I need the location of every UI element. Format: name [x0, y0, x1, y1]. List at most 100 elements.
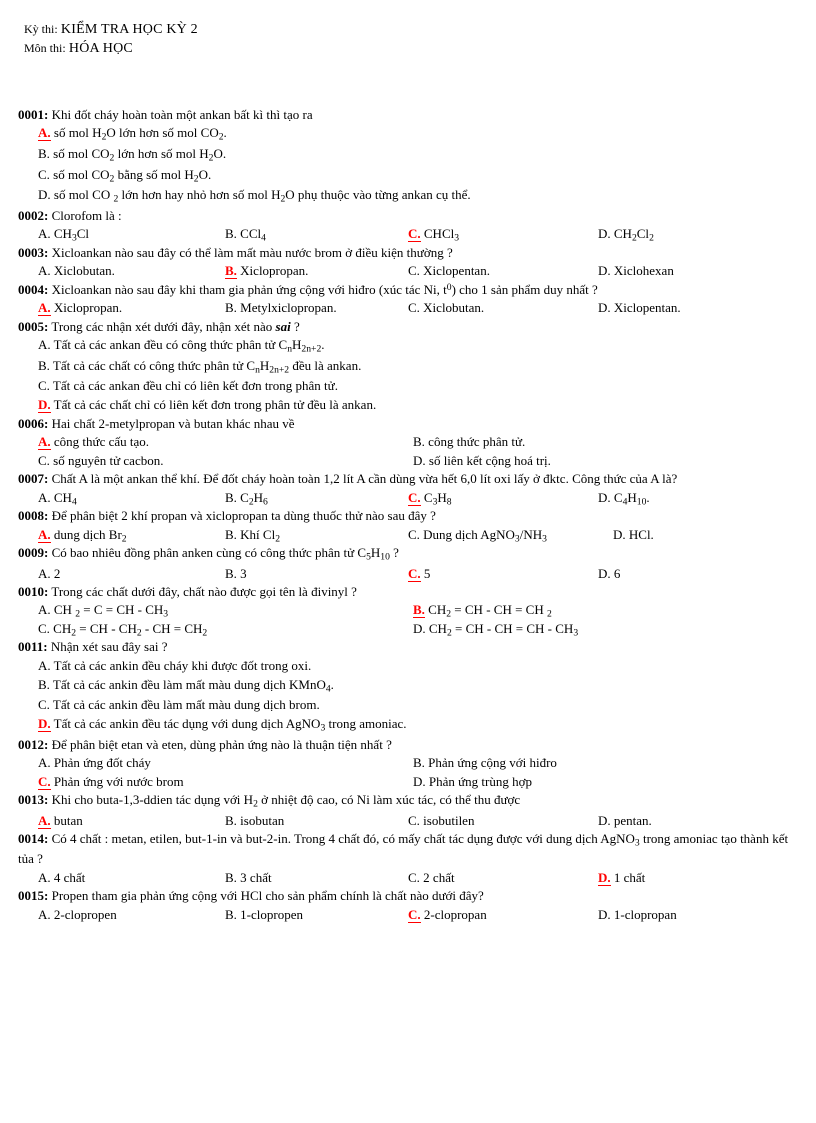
answer-option[interactable]: C. Tất cả các ankin đều làm mất màu dung…	[38, 697, 320, 712]
answer-option[interactable]: C. 5	[408, 565, 431, 582]
answer-option[interactable]: D. Xiclohexan	[598, 263, 674, 278]
answer-letter[interactable]: C.	[38, 453, 50, 468]
answer-letter[interactable]: B.	[413, 434, 425, 449]
answer-letter[interactable]: D.	[598, 263, 611, 278]
answer-text[interactable]: 4 chất	[51, 870, 85, 885]
answer-text[interactable]: Tất cả các ankin đều cháy khi được đốt t…	[51, 658, 312, 673]
answer-text[interactable]: CH2 = CH - CH = CH 2	[425, 602, 552, 620]
answer-text[interactable]: Tất cả các ankin đều tác dụng với dung d…	[51, 716, 407, 734]
answer-option[interactable]: D. 1 chất	[598, 869, 645, 886]
answer-text[interactable]: C3H8	[421, 490, 452, 508]
answer-option[interactable]: A. 2-clopropen	[38, 907, 117, 922]
answer-letter[interactable]: D.	[598, 300, 611, 315]
answer-letter[interactable]: D.	[413, 453, 426, 468]
answer-option[interactable]: C. Phản ứng với nước brom	[38, 773, 184, 790]
answer-letter[interactable]: C.	[38, 697, 50, 712]
answer-option[interactable]: B. công thức phân tử.	[413, 434, 525, 449]
answer-text[interactable]: 2	[51, 566, 61, 581]
answer-option[interactable]: D. pentan.	[598, 813, 652, 828]
answer-text[interactable]: Tất cả các chất có công thức phân tử CnH…	[50, 358, 361, 376]
answer-letter[interactable]: A.	[38, 907, 51, 922]
answer-option[interactable]: C. 2 chất	[408, 870, 455, 885]
answer-text[interactable]: HCl.	[626, 527, 654, 542]
answer-option[interactable]: B. số mol CO2 lớn hơn số mol H2O.	[38, 146, 226, 164]
answer-text[interactable]: Metylxiclopropan.	[237, 300, 336, 315]
answer-letter[interactable]: A.	[38, 337, 51, 352]
answer-text[interactable]: Xiclobutan.	[51, 263, 115, 278]
answer-option[interactable]: D. Tất cả các chất chỉ có liên kết đơn t…	[38, 397, 376, 414]
answer-letter[interactable]: B.	[225, 300, 237, 315]
answer-option[interactable]: A. số mol H2O lớn hơn số mol CO2.	[38, 125, 227, 143]
answer-option[interactable]: C. Xiclopentan.	[408, 263, 490, 278]
answer-text[interactable]: Tất cả các ankin đều làm mất màu dung dị…	[50, 697, 320, 712]
answer-letter[interactable]: D.	[413, 621, 426, 636]
answer-text[interactable]: 1-clopropan	[611, 907, 677, 922]
answer-text[interactable]: 3	[237, 566, 247, 581]
answer-text[interactable]: Dung dịch AgNO3/NH3	[420, 527, 547, 545]
answer-text[interactable]: số mol CO2 lớn hơn số mol H2O.	[50, 146, 226, 164]
answer-letter[interactable]: B.	[225, 907, 237, 922]
answer-text[interactable]: 3 chất	[237, 870, 271, 885]
answer-option[interactable]: B. CCl4	[225, 226, 266, 244]
answer-text[interactable]: số nguyên tử cacbon.	[50, 453, 163, 468]
answer-option[interactable]: A. công thức cấu tạo.	[38, 434, 149, 451]
answer-letter-correct[interactable]: A.	[38, 812, 51, 829]
answer-option[interactable]: A. CH3Cl	[38, 226, 89, 244]
answer-letter[interactable]: C.	[38, 378, 50, 393]
answer-option[interactable]: B. Xiclopropan.	[225, 263, 308, 280]
answer-letter[interactable]: A.	[38, 658, 51, 673]
answer-letter[interactable]: B.	[38, 677, 50, 692]
answer-letter[interactable]: C.	[38, 167, 50, 182]
answer-option[interactable]: C. CHCl3	[408, 226, 459, 244]
answer-letter-correct[interactable]: C.	[408, 489, 421, 506]
answer-letter[interactable]: B.	[225, 226, 237, 241]
answer-text[interactable]: C2H6	[237, 490, 268, 508]
answer-option[interactable]: D. CH2Cl2	[598, 226, 654, 244]
answer-text[interactable]: Xiclopentan.	[420, 263, 490, 278]
answer-option[interactable]: B. 3	[225, 566, 247, 581]
answer-letter[interactable]: A.	[38, 226, 51, 241]
answer-option[interactable]: B. 3 chất	[225, 870, 272, 885]
answer-text[interactable]: CH4	[51, 490, 77, 508]
answer-letter[interactable]: C.	[408, 527, 420, 542]
answer-letter[interactable]: B.	[38, 146, 50, 161]
answer-option[interactable]: C. số nguyên tử cacbon.	[38, 453, 163, 468]
answer-text[interactable]: Tất cả các ankan đều có công thức phân t…	[51, 337, 325, 355]
answer-letter-correct[interactable]: A.	[38, 300, 51, 317]
answer-letter-correct[interactable]: A.	[38, 434, 51, 451]
answer-option[interactable]: D. 6	[598, 566, 620, 581]
answer-option[interactable]: A. dung dịch Br2	[38, 526, 127, 544]
answer-text[interactable]: Xiclobutan.	[420, 300, 484, 315]
answer-option[interactable]: A. CH 2 = C = CH - CH3	[38, 602, 168, 620]
answer-letter[interactable]: A.	[38, 490, 51, 505]
answer-option[interactable]: B. 1-clopropen	[225, 907, 303, 922]
answer-text[interactable]: 5	[421, 566, 431, 581]
answer-option[interactable]: D. C4H10.	[598, 490, 650, 508]
answer-text[interactable]: 1 chất	[611, 870, 645, 885]
answer-letter[interactable]: A.	[38, 755, 51, 770]
answer-text[interactable]: Tất cả các ankan đều chỉ có liên kết đơn…	[50, 378, 338, 393]
answer-letter[interactable]: C.	[408, 870, 420, 885]
answer-letter[interactable]: B.	[225, 870, 237, 885]
answer-letter[interactable]: B.	[413, 755, 425, 770]
answer-option[interactable]: C. Dung dịch AgNO3/NH3	[408, 527, 547, 545]
answer-text[interactable]: isobutan	[237, 813, 284, 828]
answer-option[interactable]: A. CH4	[38, 490, 77, 508]
answer-text[interactable]: số mol CO2 bằng số mol H2O.	[50, 167, 211, 185]
answer-letter-correct[interactable]: A.	[38, 125, 51, 142]
answer-letter-correct[interactable]: C.	[408, 906, 421, 923]
answer-option[interactable]: A. 2	[38, 566, 60, 581]
answer-letter[interactable]: C.	[38, 621, 50, 636]
answer-text[interactable]: Phản ứng đốt cháy	[51, 755, 151, 770]
answer-letter-correct[interactable]: D.	[598, 869, 611, 886]
answer-option[interactable]: B. Tất cả các ankin đều làm mất màu dung…	[38, 677, 334, 695]
answer-text[interactable]: 6	[611, 566, 621, 581]
answer-option[interactable]: A. Xiclobutan.	[38, 263, 115, 278]
answer-letter-correct[interactable]: C.	[408, 565, 421, 582]
answer-option[interactable]: D. HCl.	[613, 527, 654, 542]
answer-text[interactable]: Xiclohexan	[611, 263, 674, 278]
answer-letter[interactable]: A.	[38, 602, 51, 617]
answer-option[interactable]: C. CH2 = CH - CH2 - CH = CH2	[38, 621, 207, 639]
answer-option[interactable]: B. Tất cả các chất có công thức phân tử …	[38, 358, 361, 376]
answer-option[interactable]: B. C2H6	[225, 490, 268, 508]
